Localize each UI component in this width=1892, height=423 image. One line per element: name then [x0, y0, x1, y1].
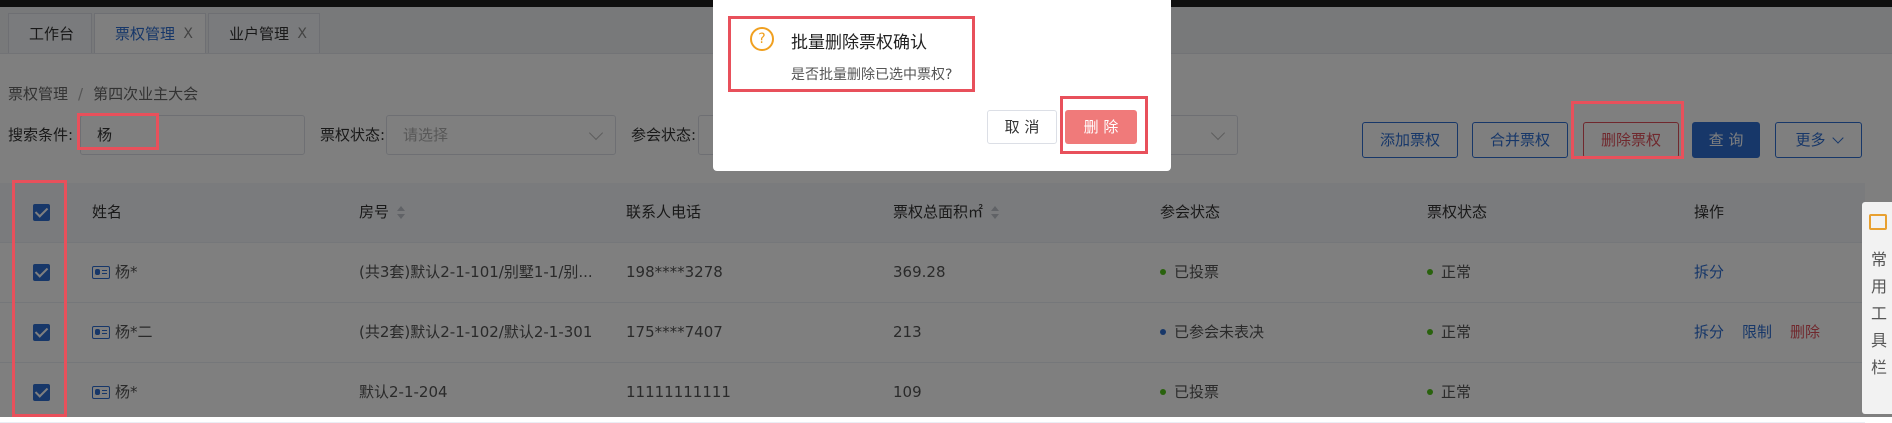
highlight-delete-button — [1571, 101, 1684, 159]
highlight-confirm-button — [1060, 96, 1148, 154]
highlight-search-input — [77, 113, 159, 150]
book-icon — [1869, 214, 1887, 230]
highlight-dialog-title — [728, 16, 975, 92]
common-tools-label: 常用工具栏 — [1871, 250, 1888, 377]
common-tools-drawer[interactable]: 常用工具栏 — [1862, 202, 1892, 414]
highlight-checkboxes — [12, 180, 67, 417]
cancel-button[interactable]: 取 消 — [987, 110, 1057, 144]
